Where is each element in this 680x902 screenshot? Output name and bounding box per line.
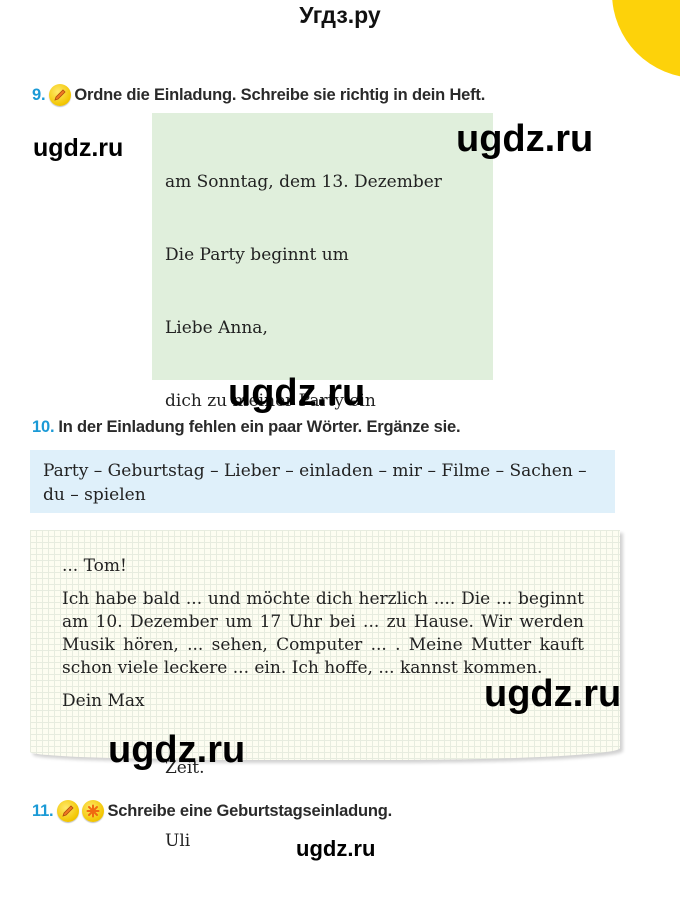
watermark: ugdz.ru (108, 729, 246, 771)
star-icon (82, 800, 105, 822)
scrambled-invitation-box: am Sonntag, dem 13. Dezember Die Party b… (152, 113, 493, 851)
site-title: Угдз.ру (299, 2, 381, 28)
watermark: ugdz.ru (484, 673, 622, 715)
watermark: ugdz.ru (296, 836, 376, 861)
task-instruction: Schreibe eine Geburtstagseinladung. (107, 801, 393, 820)
word-bank-text: Party – Geburtstag – Lieber – einladen –… (43, 461, 587, 505)
task-instruction: Ordne die Einladung. Schreibe sie richti… (74, 85, 486, 104)
pencil-icon (49, 84, 72, 106)
letter-body: Ich habe bald ... und möchte dich herzli… (62, 589, 584, 678)
watermark: ugdz.ru (228, 372, 366, 414)
pencil-icon (57, 800, 80, 822)
scrambled-line: am Sonntag, dem 13. Dezember (165, 171, 442, 192)
task-number: 9. (32, 85, 46, 104)
letter-note: ... Tom! Ich habe bald ... und möchte di… (30, 530, 620, 760)
letter-greeting: ... Tom! (62, 556, 127, 576)
task-number: 11. (32, 801, 54, 820)
watermark: ugdz.ru (456, 118, 594, 160)
task-10-heading: 10. In der Einladung fehlen ein paar Wör… (32, 418, 461, 437)
scrambled-line: Liebe Anna, (165, 318, 268, 339)
scrambled-line: Die Party beginnt um (165, 245, 349, 266)
watermark: ugdz.ru (33, 134, 124, 162)
task-instruction: In der Einladung fehlen ein paar Wörter.… (58, 418, 461, 436)
task-11-heading: 11. Schreibe eine Geburtstagseinladung. (32, 800, 392, 822)
task-9-heading: 9. Ordne die Einladung. Schreibe sie ric… (32, 84, 485, 106)
word-bank-box: Party – Geburtstag – Lieber – einladen –… (30, 450, 615, 513)
corner-decoration (612, 0, 680, 78)
task-number: 10. (32, 418, 55, 436)
